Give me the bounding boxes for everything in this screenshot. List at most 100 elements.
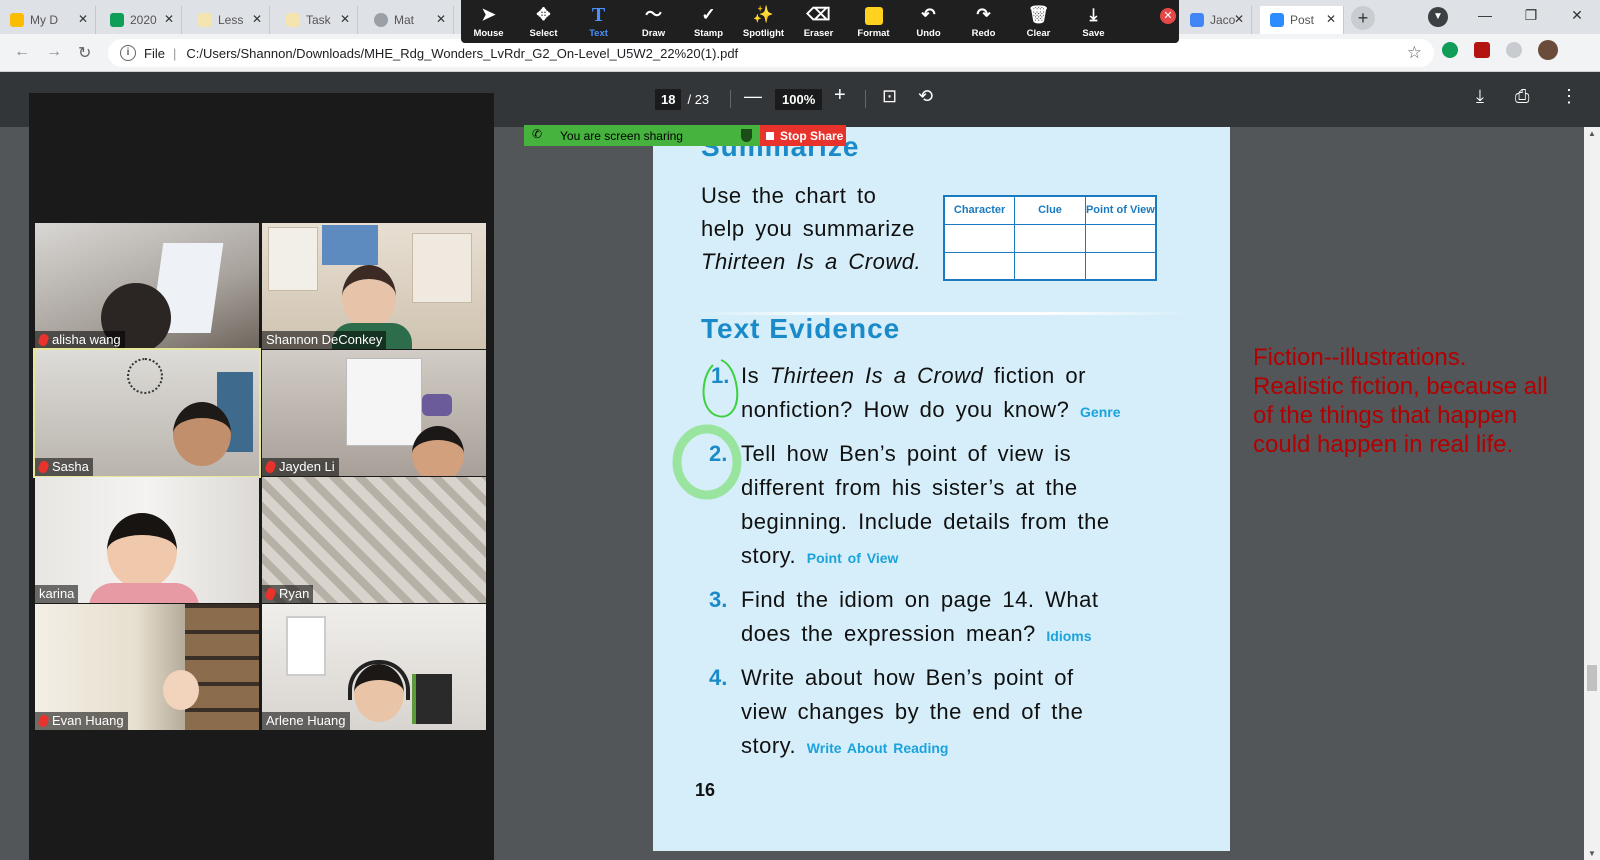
rotate-icon[interactable]: ⟲ [918,86,933,107]
spotlight-icon: ✨ [752,5,775,24]
participant-head [107,513,177,589]
ink-highlight-circle-2 [672,424,742,500]
tool-clear[interactable]: 🗑 Clear [1011,0,1066,43]
video-tile[interactable]: Evan Huang [35,604,259,730]
tool-redo[interactable]: ↷ Redo [956,0,1011,43]
browser-tab[interactable]: 2020 ✕ [100,6,182,34]
video-tile[interactable]: alisha wang [35,223,259,349]
tool-stamp[interactable]: ✓ Stamp [681,0,736,43]
text-annotation[interactable]: Fiction--illustrations. Realistic fictio… [1253,343,1563,459]
scroll-down-icon[interactable]: ▼ [1588,849,1596,858]
browser-tab[interactable]: Task ✕ [276,6,358,34]
browser-tab-active[interactable]: Post ✕ [1260,6,1344,34]
tool-save[interactable]: ⤓ Save [1066,0,1121,43]
close-tab-icon[interactable]: ✕ [252,12,262,26]
more-options-icon[interactable]: ⋮ [1560,86,1578,107]
new-tab-button[interactable]: + [1351,6,1375,30]
sharing-status[interactable]: ✆ You are screen sharing [524,125,760,146]
question-number: 3. [709,587,728,612]
browser-tab[interactable]: Mat ✕ [364,6,454,34]
question-tag: Genre [1080,404,1121,420]
download-icon: ⤓ [1089,5,1098,24]
extension-icon[interactable] [1474,42,1490,58]
bookmark-star-icon[interactable]: ☆ [1407,43,1422,63]
tool-undo[interactable]: ↶ Undo [901,0,956,43]
window-controls: — ❐ ✕ [1462,0,1600,30]
close-tab-icon[interactable]: ✕ [78,12,88,26]
screen-sharing-banner: ✆ You are screen sharing Stop Share [524,125,846,146]
task-icon [286,13,300,27]
page-number: 16 [695,780,716,800]
print-icon[interactable]: ⎙ [1515,86,1529,107]
video-tile[interactable]: karina [35,477,259,603]
fit-page-icon[interactable]: ⊡ [882,86,897,107]
video-tile[interactable]: Shannon DeConkey [262,223,486,349]
zoom-annotation-toolbar: ➤ Mouse ✥ Select T Text 〜 Draw ✓ Stamp ✨ Spotl… [461,0,1179,43]
zoom-icon [1270,13,1284,27]
video-tile[interactable]: Arlene Huang [262,604,486,730]
chart-header: Point of View [1084,195,1157,225]
poster-shape [268,227,318,291]
participant-name-tag: alisha wang [35,331,125,349]
extension-icon[interactable] [1506,42,1522,58]
tab-search-icon[interactable]: ▼ [1428,7,1448,27]
tool-draw[interactable]: 〜 Draw [626,0,681,43]
reload-icon[interactable]: ↻ [78,43,91,63]
tool-eraser[interactable]: ⌫ Eraser [791,0,846,43]
summarize-text: Use the chart to help you summarize Thir… [701,183,922,274]
extension-icon[interactable] [1442,42,1458,58]
video-tile[interactable]: Jayden Li [262,350,486,476]
question-4: Write about how Ben’s point of view chan… [741,665,1084,758]
zoom-out-icon[interactable]: — [744,86,762,107]
avatar[interactable] [1538,40,1558,60]
poster-shape [322,225,378,265]
tool-spotlight[interactable]: ✨ Spotlight [736,0,791,43]
sheets-icon [110,13,124,27]
browser-tab[interactable]: Jaco ✕ [1180,6,1252,34]
squiggle-icon: 〜 [645,5,662,24]
close-toolbar-icon[interactable]: ✕ [1160,8,1176,24]
participant-head [412,426,464,476]
participant-head [342,265,396,329]
participant-name-tag: Sasha [35,458,93,476]
close-tab-icon[interactable]: ✕ [164,12,174,26]
download-icon[interactable]: ⤓ [1476,86,1484,107]
close-tab-icon[interactable]: ✕ [1234,12,1244,26]
eraser-icon: ⌫ [806,5,831,24]
cursor-icon: ➤ [481,5,496,24]
zoom-in-icon[interactable]: + [834,84,846,107]
close-tab-icon[interactable]: ✕ [340,12,350,26]
browser-tab[interactable]: My D ✕ [0,6,96,34]
close-tab-icon[interactable]: ✕ [1326,12,1336,26]
chart-cell [943,251,1016,281]
zoom-level-input[interactable]: 100% [775,89,823,110]
browser-tab[interactable]: Less ✕ [188,6,270,34]
phone-icon: ✆ [532,127,543,141]
video-tile-active-speaker[interactable]: Sasha [33,348,261,478]
participant-body [89,583,199,603]
drive-icon [10,13,24,27]
vertical-scrollbar[interactable]: ▲ ▼ [1584,127,1600,860]
forward-icon[interactable]: → [46,43,62,61]
shield-icon [741,129,752,142]
address-input[interactable]: i File | C:/Users/Shannon/Downloads/MHE_… [108,39,1434,67]
tool-format[interactable]: Format [846,0,901,43]
tool-select[interactable]: ✥ Select [516,0,571,43]
scroll-up-icon[interactable]: ▲ [1588,129,1596,138]
video-gallery: alisha wang Shannon DeConkey Sasha Jayde… [29,93,494,860]
close-tab-icon[interactable]: ✕ [436,12,446,26]
info-icon[interactable]: i [120,45,136,61]
participant-head [173,402,231,466]
close-window-icon[interactable]: ✕ [1554,0,1600,30]
poster-shape [412,233,472,303]
scrollbar-thumb[interactable] [1587,665,1597,691]
tool-text[interactable]: T Text [571,0,626,43]
restore-icon[interactable]: ❐ [1508,0,1554,30]
docs-icon [1190,13,1204,27]
back-icon[interactable]: ← [14,43,30,61]
stop-share-button[interactable]: Stop Share [760,125,846,146]
page-number-input[interactable]: 18 [655,89,682,110]
minimize-icon[interactable]: — [1462,0,1508,30]
video-tile[interactable]: Ryan [262,477,486,603]
tool-mouse[interactable]: ➤ Mouse [461,0,516,43]
